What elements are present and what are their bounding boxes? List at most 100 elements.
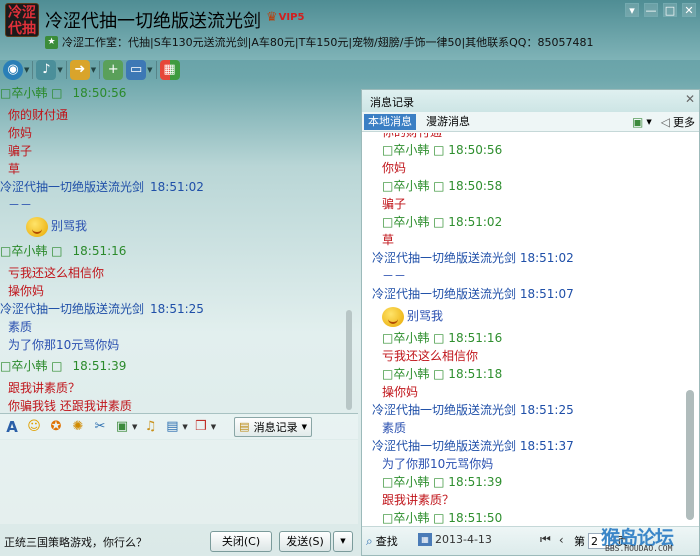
history-message-text: 为了你那10元骂你妈 [382, 457, 494, 471]
prev-page-icon[interactable]: ‹ [559, 533, 564, 547]
send-options-button[interactable]: ▼ [333, 531, 353, 552]
magic-emoji-button[interactable]: ✪ [47, 417, 65, 437]
vip-badge[interactable]: ♛ VIP5 [266, 10, 304, 25]
message-history-label: 消息记录 [253, 420, 298, 434]
page-navigation: ⏮ ‹ [540, 532, 564, 547]
chat-history[interactable]: □卒小韩 □ 18:50:56 你的财付通 你妈 骗子草冷涩代抽一切绝版送流光剑 18:5… [0, 85, 358, 412]
message-text: 草 [8, 162, 21, 176]
maximize-button[interactable]: □ [663, 3, 677, 17]
friend-message-header: □卒小韩 □ 18:51:16 [0, 239, 345, 264]
minimize-button[interactable]: — [644, 3, 658, 17]
video-call-button[interactable]: ◉ ▼ [3, 59, 29, 81]
app-button[interactable]: + [103, 59, 124, 81]
chevron-down-icon: ▼ [57, 66, 63, 74]
message-text: 素质 [8, 320, 33, 334]
close-button[interactable]: 关闭(C) [210, 531, 272, 552]
history-own-header: 冷涩代抽一切绝版送流光剑 18:51:07 [372, 287, 574, 301]
search-icon: ⌕ [366, 533, 373, 548]
history-message-text: 别骂我 [362, 303, 682, 329]
history-scrollbar[interactable] [686, 390, 694, 520]
gift-button[interactable]: ❒ ▼ [192, 417, 216, 437]
title-bar: 冷涩 代抽 冷涩代抽一切绝版送流光剑 ♛ VIP5 ▾ — □ ✕ ★ 冷涩工作室… [0, 0, 700, 60]
tab-roaming-messages[interactable]: 漫游消息 [422, 114, 474, 130]
screenshot-icon: ✂ [94, 418, 106, 434]
vip-level: VIP5 [278, 12, 305, 23]
image-button[interactable]: ▣ ▼ [113, 417, 138, 437]
history-tabs: 本地消息 漫游消息 ▣ ▼ ◁ 更多 [362, 112, 699, 132]
more-button[interactable]: 更多 [673, 114, 695, 130]
watermark: 猴岛论坛 BBS.HOUDAO.COM [601, 523, 697, 553]
apps-grid-icon: ▦ [159, 60, 180, 80]
history-own-header: 冷涩代抽一切绝版送流光剑 18:51:37 [372, 439, 574, 453]
speaker-icon[interactable]: ◁ [661, 115, 670, 129]
font-button[interactable]: A [3, 417, 21, 437]
music-button[interactable]: ♫ [141, 417, 159, 437]
avatar[interactable]: 冷涩 代抽 [5, 3, 39, 37]
chevron-down-icon: ▼ [24, 66, 30, 74]
smiley-icon [26, 216, 48, 237]
history-message-list-inner: 你的财付通 □卒小韩 □ 18:50:56 你妈 □卒小韩 □ 18:50:58 骗子 □… [362, 133, 682, 525]
menu-dropdown-button[interactable]: ▾ [625, 3, 639, 17]
apps-grid-button[interactable]: ▦ [159, 59, 180, 81]
font-icon: A [6, 417, 18, 436]
message-body: 别骂我 [51, 219, 88, 233]
message-body: 别骂我 [407, 309, 444, 323]
chevron-down-icon[interactable]: ▼ [646, 118, 651, 126]
sender-name: □卒小韩 □ [0, 359, 63, 373]
chevron-down-icon: ▼ [210, 422, 217, 431]
sender-name: □卒小韩 □ [0, 86, 63, 100]
signature-text: 冷涩工作室：代抽|S车130元送流光剑|A车80元|T车150元|宠物/翅膀/手… [62, 36, 594, 49]
qq-star-icon: ★ [45, 35, 58, 49]
file-transfer-button[interactable]: ➜ ▼ [69, 59, 97, 81]
contact-nickname: 冷涩代抽一切绝版送流光剑 [45, 11, 261, 32]
message-manager-icon[interactable]: ▣ [632, 115, 643, 129]
chevron-down-icon: ▼ [147, 66, 153, 74]
screen-share-button[interactable]: ▤ ▼ [163, 417, 188, 437]
history-friend-header: □卒小韩 □ 18:50:58 [382, 179, 503, 193]
history-message-text: 你妈 [382, 161, 407, 175]
find-label: 查找 [375, 535, 398, 548]
voice-icon: ♪ [36, 60, 57, 80]
history-message-text: 亏我还这么相信你 [382, 349, 479, 363]
history-friend-header: □卒小韩 □ 18:51:39 [382, 475, 503, 489]
history-message-text: 你的财付通 [362, 133, 682, 141]
history-message-text: 草 [382, 233, 395, 247]
screenshot-button[interactable]: ✂ [91, 417, 109, 437]
close-window-button[interactable]: ✕ [682, 3, 696, 17]
history-panel-header: 消息记录 ✕ [362, 90, 699, 112]
chat-scrollbar[interactable] [346, 310, 352, 410]
nudge-button[interactable]: ✺ [69, 417, 87, 437]
calendar-icon: ▦ [418, 533, 432, 546]
tab-local-messages[interactable]: 本地消息 [364, 114, 416, 130]
date-picker[interactable]: ▦ 2013-4-13 [418, 533, 492, 546]
signature-row: ★ 冷涩工作室：代抽|S车130元送流光剑|A车80元|T车150元|宠物/翅膀… [45, 34, 593, 50]
remote-desktop-button[interactable]: ▭ ▼ [126, 59, 153, 81]
own-message-header: 冷涩代抽一切绝版送流光剑 18:51:02 [0, 178, 345, 196]
chevron-down-icon: ▼ [90, 66, 97, 74]
message-text: 你骗我钱 还跟我讲素质 [8, 399, 132, 412]
divider [65, 61, 67, 79]
history-message-text: 骗子 [382, 197, 407, 211]
sender-name: □卒小韩 □ [0, 244, 63, 258]
message-history-button[interactable]: ▤ 消息记录 ▼ [234, 416, 312, 437]
find-button[interactable]: ⌕ 查找 [366, 533, 398, 549]
nudge-icon: ✺ [72, 418, 84, 434]
close-icon[interactable]: ✕ [685, 92, 695, 106]
watermark-url: BBS.HOUDAO.COM [605, 544, 673, 553]
video-icon: ◉ [3, 60, 23, 80]
history-own-header: 冷涩代抽一切绝版送流光剑 18:51:02 [372, 251, 574, 265]
history-icon: ▤ [239, 420, 250, 433]
divider [32, 61, 34, 79]
history-friend-header: □卒小韩 □ 18:51:16 [382, 331, 503, 345]
message-input[interactable] [0, 440, 358, 524]
emoji-button[interactable]: ☺ [25, 417, 43, 437]
message-time: 18:51:02 [150, 180, 204, 194]
message-text: 跟我讲素质？ [8, 381, 81, 395]
ad-link[interactable]: 正统三国策略游戏，你行么？ [4, 534, 147, 550]
history-message-list[interactable]: 你的财付通 □卒小韩 □ 18:50:56 你妈 □卒小韩 □ 18:50:58 骗子 □… [362, 133, 682, 525]
send-button[interactable]: 发送(S) [279, 531, 331, 552]
first-page-icon[interactable]: ⏮ [540, 532, 551, 547]
voice-call-button[interactable]: ♪ ▼ [36, 59, 63, 81]
message-text: 为了你那10元骂你妈 [8, 338, 120, 352]
smiley-icon [382, 306, 404, 327]
